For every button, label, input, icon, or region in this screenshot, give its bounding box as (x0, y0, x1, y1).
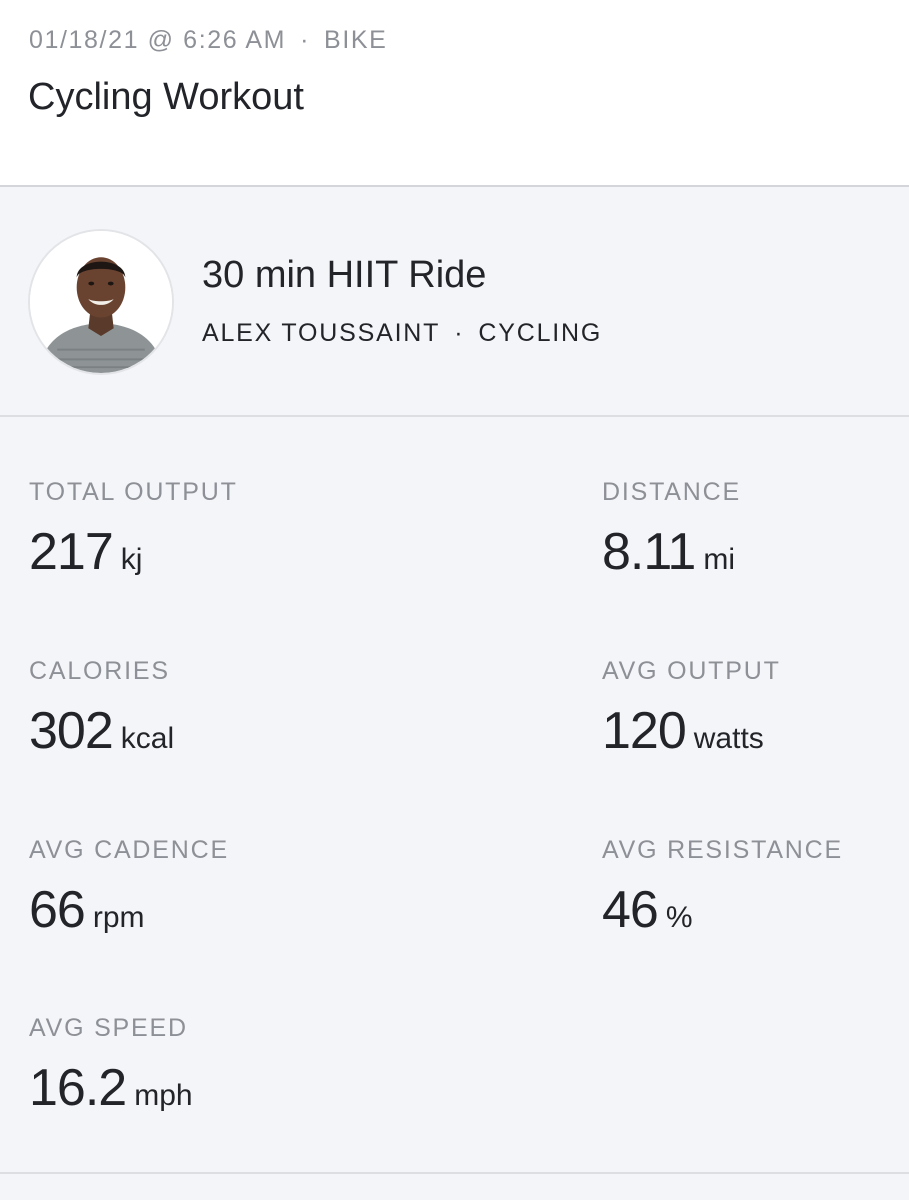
instructor-avatar-icon (30, 231, 172, 373)
workout-date-time: 01/18/21 @ 6:26 AM (29, 26, 287, 54)
stat-calories: CALORIES 302 kcal (29, 657, 174, 761)
stat-avg-cadence: AVG CADENCE 66 rpm (29, 836, 229, 940)
stat-label: TOTAL OUTPUT (29, 478, 238, 506)
instructor-name: ALEX TOUSSAINT (202, 319, 441, 347)
stat-label: AVG RESISTANCE (602, 836, 843, 864)
class-subtitle: ALEX TOUSSAINT · CYCLING (202, 319, 602, 348)
workout-platform: BIKE (324, 26, 388, 54)
stat-unit: mph (134, 1079, 193, 1112)
stat-avg-output: AVG OUTPUT 120 watts (602, 657, 781, 761)
stat-label: AVG CADENCE (29, 836, 229, 864)
class-separator: · (454, 319, 465, 347)
instructor-avatar (28, 229, 174, 375)
class-discipline: CYCLING (478, 319, 603, 347)
workout-header: 01/18/21 @ 6:26 AM · BIKE Cycling Workout (0, 0, 909, 187)
stat-value: 16.2 (29, 1059, 127, 1117)
stat-label: AVG SPEED (29, 1014, 188, 1042)
stat-avg-speed: AVG SPEED 16.2 mph (29, 1014, 193, 1118)
meta-separator: · (300, 26, 311, 54)
stat-value: 217 (29, 523, 114, 581)
stat-distance: DISTANCE 8.11 mi (602, 478, 741, 582)
stat-label: CALORIES (29, 657, 170, 685)
stat-label: AVG OUTPUT (602, 657, 781, 685)
stat-value: 66 (29, 881, 86, 939)
stat-total-output: TOTAL OUTPUT 217 kj (29, 478, 238, 582)
section-divider (0, 1172, 909, 1174)
stat-unit: kcal (120, 722, 175, 755)
stat-value: 120 (602, 702, 687, 760)
workout-meta: 01/18/21 @ 6:26 AM · BIKE (29, 26, 387, 55)
stat-label: DISTANCE (602, 478, 741, 506)
class-title: 30 min HIIT Ride (202, 254, 487, 296)
stat-value: 302 (29, 702, 114, 760)
stat-avg-resistance: AVG RESISTANCE 46% (602, 836, 843, 940)
stat-unit: kj (120, 543, 143, 576)
stat-unit: % (665, 901, 693, 934)
stat-unit: rpm (92, 901, 145, 934)
stat-unit: mi (703, 543, 736, 576)
stat-value: 8.11 (602, 523, 696, 581)
class-info-row[interactable]: 30 min HIIT Ride ALEX TOUSSAINT · CYCLING (0, 187, 909, 417)
workout-title: Cycling Workout (28, 76, 304, 118)
stat-value: 46 (602, 881, 659, 939)
stat-unit: watts (693, 722, 764, 755)
